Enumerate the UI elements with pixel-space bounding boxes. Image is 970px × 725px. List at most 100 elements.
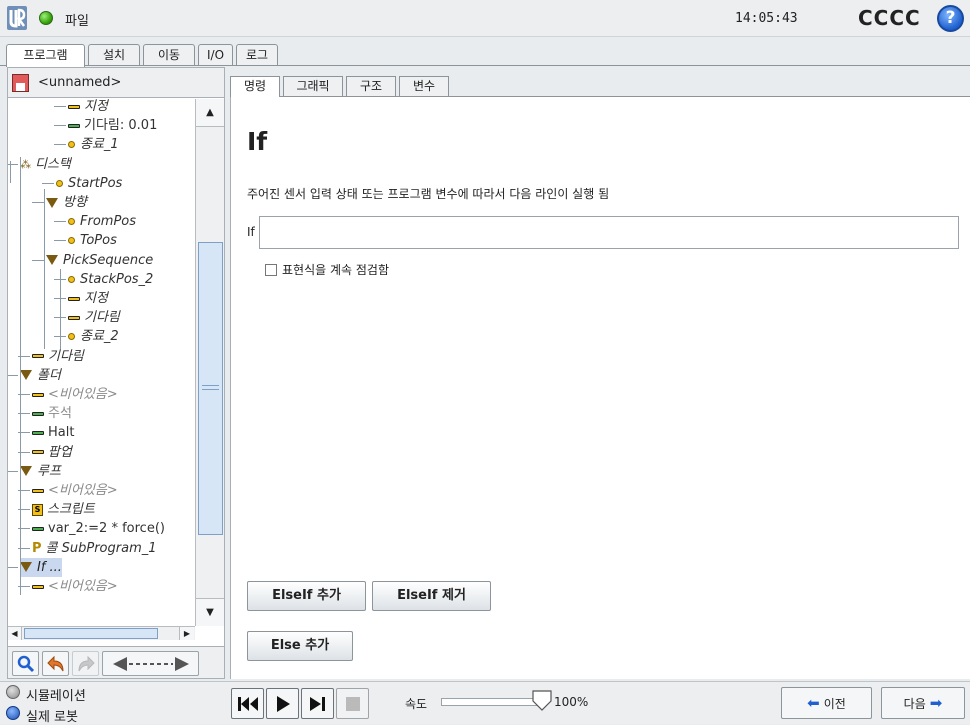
tree-node[interactable]: PickSequence [46,251,153,270]
stop-icon[interactable] [336,688,369,719]
simulation-radio[interactable] [6,685,20,699]
play-icon[interactable] [266,688,299,719]
tree-node[interactable]: 방향 [46,193,87,212]
scroll-down-icon[interactable]: ▼ [196,598,224,626]
redo-icon[interactable] [72,651,99,676]
tree-guide [20,157,21,595]
tab-structure[interactable]: 구조 [346,76,396,96]
tree-node[interactable]: var_2:=2 * force() [32,519,165,538]
real-robot-label[interactable]: 실제 로봇 [26,706,78,725]
tree-node[interactable]: 기다림: 0.01 [68,116,157,135]
tree-guide [60,269,61,349]
scroll-left-icon[interactable]: ◀ [8,627,22,640]
speed-slider-knob[interactable] [532,690,552,711]
continuous-check-checkbox[interactable] [265,264,277,276]
tree-node[interactable]: If ... [20,557,62,577]
move-node-icon[interactable] [102,651,199,676]
tree-node[interactable]: ToPos [68,231,117,250]
tree-node[interactable]: StackPos_2 [68,270,153,289]
tab-graphics[interactable]: 그래픽 [283,76,343,96]
tree-connector [8,374,18,376]
if-expression-input[interactable] [259,216,959,249]
command-icon [32,354,44,359]
simulation-label[interactable]: 시뮬레이션 [26,685,86,704]
scroll-up-icon[interactable]: ▲ [196,99,224,127]
tree-node-label: 종료_2 [80,329,119,345]
next-button[interactable]: 다음 ➡ [881,687,965,719]
tree-connector [32,202,44,203]
expand-triangle-icon [20,562,32,573]
tree-node[interactable]: <비어있음> [32,577,118,595]
tree-node[interactable]: ⁂ 디스택 [20,155,71,174]
tab-command[interactable]: 명령 [230,76,280,97]
tree-node[interactable]: Halt [32,423,74,442]
continuous-check-option[interactable]: 표현식을 계속 점검함 [265,261,389,278]
tree-node[interactable]: <비어있음> [32,481,118,500]
tab-io[interactable]: I/O [198,44,233,66]
robot-name: CCCC [858,6,921,30]
tree-node-label: <비어있음> [48,579,118,594]
waypoint-icon [68,275,75,283]
waypoint-icon [56,179,63,187]
scroll-thumb[interactable] [198,242,223,535]
arrow-right-icon: ➡ [929,694,943,712]
tree-toolbar [8,646,224,678]
undo-icon[interactable] [42,651,69,676]
tree-node-label: 콜 SubProgram_1 [45,540,157,556]
tree-node[interactable]: 기다림 [32,347,84,366]
scroll-right-icon[interactable]: ▶ [179,627,194,640]
tree-node[interactable]: 지정 [68,289,108,308]
help-icon[interactable]: ? [937,5,964,32]
tree-node-label: ToPos [80,233,117,249]
next-label: 다음 [903,697,926,711]
tree-node-label: 스크립트 [47,502,95,518]
command-description: 주어진 센서 입력 상태 또는 프로그램 변수에 따라서 다음 라인이 실행 됨 [247,187,610,201]
tree-node[interactable]: FromPos [68,212,136,231]
tree-node-label: 지정 [84,291,108,306]
tree-connector [8,470,18,472]
program-header: <unnamed> [8,68,224,98]
step-icon[interactable] [301,688,334,719]
tree-node[interactable]: 기다림 [68,308,120,327]
tab-variables[interactable]: 변수 [399,76,449,96]
clock: 14:05:43 [735,11,798,26]
remove-elseif-button[interactable]: ElseIf 제거 [372,581,491,611]
waypoint-icon [68,141,75,149]
search-icon[interactable] [12,651,39,676]
file-menu[interactable]: 파일 [65,10,89,29]
tree-node-label: var_2:=2 * force() [48,521,165,537]
tree-node[interactable]: 폴더 [20,366,61,385]
tree-node[interactable]: StartPos [56,174,122,193]
tree-node[interactable]: 종료_1 [68,135,119,154]
tree-node-label: 주석 [48,406,72,422]
real-robot-radio[interactable] [6,706,20,720]
tab-installation[interactable]: 설치 [88,44,140,66]
tree-connector [54,144,66,146]
tree-node[interactable]: 주석 [32,404,72,423]
add-elseif-button[interactable]: ElseIf 추가 [247,581,366,611]
tree-node-label: FromPos [80,214,137,230]
tree-node[interactable]: S 스크립트 [32,500,95,519]
add-else-button[interactable]: Else 추가 [247,631,353,661]
tab-program[interactable]: 프로그램 [6,44,85,67]
tab-log[interactable]: 로그 [236,44,278,66]
save-icon[interactable] [12,74,29,92]
tree-node[interactable]: 지정 [68,99,108,116]
tree-node[interactable]: 종료_2 [68,327,119,346]
tree-node[interactable]: 팝업 [32,443,72,462]
tree-node-label: 종료_1 [80,137,119,153]
tree-horizontal-scrollbar[interactable]: ◀ ▶ [8,626,195,640]
waypoint-icon [68,333,75,341]
tree-node-label: Halt [48,425,75,441]
tree-node-label: StartPos [68,175,123,191]
scroll-thumb-horizontal[interactable] [24,628,158,639]
previous-button[interactable]: ⬅ 이전 [781,687,872,719]
tree-vertical-scrollbar[interactable]: ▲ ▼ [195,99,224,626]
skip-back-icon[interactable] [231,688,264,719]
tab-move[interactable]: 이동 [143,44,195,66]
tree-node[interactable]: <비어있음> [32,385,118,404]
robot-status-icon[interactable] [39,11,53,25]
tree-node[interactable]: P콜 SubProgram_1 [32,539,157,558]
ur-logo-icon [7,6,27,30]
tree-node[interactable]: 루프 [20,462,61,481]
